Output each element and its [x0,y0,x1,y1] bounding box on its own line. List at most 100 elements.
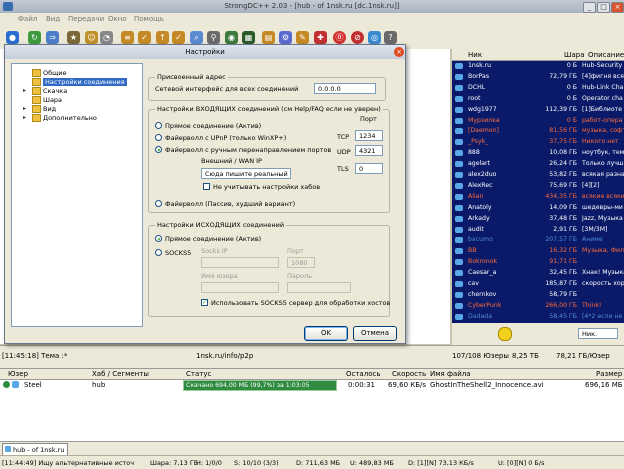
menu-transfers[interactable]: Передачи [68,15,104,23]
col-size[interactable]: Размер [596,370,622,378]
tree-item-advanced[interactable]: ▸ Дополнительно [23,114,97,122]
connect-icon[interactable]: ● [6,31,19,44]
socks-resolve-checkbox[interactable]: ✓ [201,299,208,306]
user-row[interactable]: chernkov 58,79 ГБ [452,290,624,300]
user-row[interactable]: Arkady 37,48 ГБ Jazz, Музыка [452,214,624,224]
finished-uploads-icon[interactable]: ✓ [172,31,185,44]
expand-icon[interactable]: ▸ [23,87,26,94]
user-row[interactable]: AlexRec 75,69 ГБ [4][2] [452,181,624,191]
menu-help[interactable]: Помощь [134,15,164,23]
outgoing-direct-label[interactable]: Прямое соединение (Актив) [165,235,261,243]
about-icon[interactable]: ? [384,31,397,44]
close-button[interactable]: × [611,2,624,13]
user-row[interactable]: CyberPunk 266,00 ГБ Think! [452,301,624,311]
ignore-hub-settings-label[interactable]: Не учитывать настройки хабов [213,183,320,191]
user-row[interactable]: BB 16,32 ГБ Музыка, Фил [452,246,624,256]
smiley-icon[interactable] [498,327,512,341]
tree-item-general[interactable]: Общие [32,69,66,77]
minimize-button[interactable]: _ [583,2,596,13]
tls-port-input[interactable]: 0 [355,163,383,174]
network-stats-icon[interactable]: ▦ [242,31,255,44]
udp-port-input[interactable]: 4321 [355,145,383,156]
user-row[interactable]: DCHL 0 Б Hub-Link Cha [452,83,624,93]
col-hub[interactable]: Хаб / Сегменты [92,370,149,378]
user-row[interactable]: Anatoly 14,09 ГБ шедевры-ми [452,203,624,213]
incoming-upnp-radio[interactable] [155,134,162,141]
tree-item-view[interactable]: ▸ Вид [23,105,56,113]
user-row[interactable]: Caesar_a 32,45 ГБ Хнак! Музыка [452,268,624,278]
socks-password-input[interactable] [287,282,351,293]
user-list[interactable]: Ник Шара Описание 1nsk.ru 0 Б Hub-Security… [452,49,624,344]
user-row[interactable]: 1nsk.ru 0 Б Hub-Security [452,61,624,71]
user-row[interactable]: BorPas 72,79 ГБ [4]фигня вся [452,72,624,82]
ignore-hub-settings-checkbox[interactable] [203,183,210,190]
cdm-debug-icon[interactable]: ◎ [368,31,381,44]
user-row[interactable]: [Daemon] 81,56 ГБ музыка, софт [452,126,624,136]
favorite-hubs-icon[interactable]: ★ [67,31,80,44]
user-row[interactable]: audit 2,91 ГБ [3M/3M] [452,225,624,235]
settings-tree[interactable]: Общие Настройки соединения ▸ Скачка Шара … [11,63,143,327]
menu-file[interactable]: Файл [18,15,37,23]
nick-filter-select[interactable]: Ник. [578,328,618,339]
follow-redirect-icon[interactable]: ⇒ [46,31,59,44]
tree-item-connection[interactable]: Настройки соединения [32,78,127,86]
transfers-pane[interactable]: Юзер Хаб / Сегменты Статус Осталось Скор… [0,368,624,441]
expand-icon[interactable]: ▸ [23,114,26,121]
disable-sounds-icon[interactable]: ⊘ [351,31,364,44]
user-row[interactable]: agelart 26,24 ГБ Только лучш [452,159,624,169]
favorite-users-icon[interactable]: ☺ [85,31,98,44]
away-icon[interactable]: ✚ [314,31,327,44]
limiter-icon[interactable]: ⓪ [333,31,346,44]
user-row[interactable]: root 0 Б Operator cha [452,94,624,104]
user-row[interactable]: Bokronok 91,71 ГБ [452,257,624,267]
user-row[interactable]: Dadada 58,45 ГБ [4*2 если не [452,312,624,322]
ok-button[interactable]: OK [304,326,348,341]
expand-icon[interactable]: ▸ [23,105,26,112]
wan-ip-input[interactable]: Сюда пишите реальный IP [201,168,291,179]
reconnect-icon[interactable]: ↻ [28,31,41,44]
incoming-manual-label[interactable]: Файерволл с ручным перенаправлением порт… [165,146,331,154]
incoming-active-label[interactable]: Прямое соединение (Актив) [165,122,261,130]
tree-item-downloads[interactable]: ▸ Скачка [23,87,67,95]
incoming-passive-radio[interactable] [155,200,162,207]
col-user[interactable]: Юзер [8,370,28,378]
user-row[interactable]: cav 185,87 ГБ скорость хор [452,279,624,289]
incoming-active-radio[interactable] [155,122,162,129]
tcp-port-input[interactable]: 1234 [355,130,383,141]
incoming-manual-radio[interactable] [155,146,162,153]
search-icon[interactable]: ⌕ [190,31,203,44]
col-status[interactable]: Статус [186,370,211,378]
col-nick[interactable]: Ник [468,51,482,59]
user-row[interactable]: wdg1977 112,39 ГБ [1]Библиоте [452,105,624,115]
search-spy-icon[interactable]: ◉ [225,31,238,44]
dialog-close-button[interactable]: × [394,47,404,57]
col-share[interactable]: Шара [564,51,585,59]
cancel-button[interactable]: Отмена [353,326,397,341]
menu-view[interactable]: Вид [46,15,60,23]
user-row[interactable]: bacumo 207,57 ГБ Аниме [452,235,624,245]
incoming-passive-label[interactable]: Файерволл (Пассив, худший вариант) [165,200,295,208]
maximize-button[interactable]: □ [597,2,610,13]
col-desc[interactable]: Описание [588,51,624,59]
recent-hubs-icon[interactable]: ◔ [100,31,113,44]
open-filelist-icon[interactable]: ▤ [262,31,275,44]
queue-icon[interactable]: ≡ [121,31,134,44]
user-row[interactable]: 888 10,08 ГБ ноутбук, тем [452,148,624,158]
socks5-label[interactable]: SOCKS5 [165,249,191,257]
finished-downloads-icon[interactable]: ✓ [138,31,151,44]
bind-address-input[interactable]: 0.0.0.0 [314,83,376,94]
socks-ip-input[interactable] [201,257,279,268]
socks-user-input[interactable] [201,282,279,293]
settings-icon[interactable]: ⚙ [279,31,292,44]
user-row[interactable]: Мурзилка 0 Б работ-опера [452,116,624,126]
adl-search-icon[interactable]: ⚲ [207,31,220,44]
notepad-icon[interactable]: ✎ [296,31,309,44]
incoming-upnp-label[interactable]: Файерволл с UPnP (только WinXP+) [165,134,286,142]
user-row[interactable]: Alian 434,35 ГБ всякие всяки [452,192,624,202]
socks5-radio[interactable] [155,249,162,256]
tree-item-share[interactable]: Шара [32,96,62,104]
menu-window[interactable]: Окно [108,15,127,23]
upload-queue-icon[interactable]: ↑ [156,31,169,44]
socks-resolve-label[interactable]: Использовать SOCKS5 сервер для обработки… [211,299,390,307]
outgoing-direct-radio[interactable] [155,235,162,242]
